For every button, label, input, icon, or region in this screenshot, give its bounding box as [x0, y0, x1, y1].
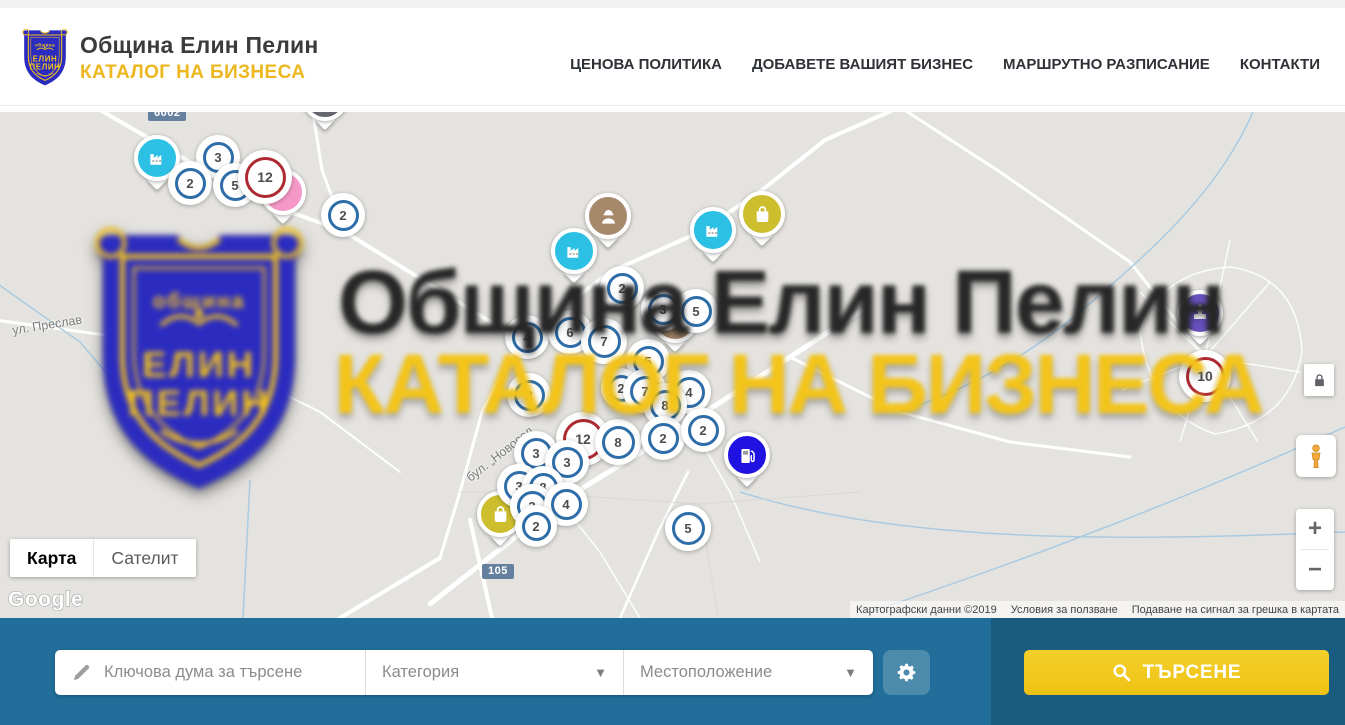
church-icon [1177, 290, 1223, 336]
site-title: Община Елин Пелин [80, 32, 318, 59]
search-button-label: ТЪРСЕНЕ [1143, 662, 1242, 684]
header: община ЕЛИН ПЕЛИН Община Елин Пелин КАТА… [0, 8, 1345, 106]
top-strip [0, 0, 1345, 8]
pencil-icon [72, 663, 91, 682]
map-type-switcher: Карта Сателит [10, 539, 196, 577]
logo-text-line1: ЕЛИН [33, 54, 58, 63]
cluster-marker[interactable]: 2 [600, 266, 644, 310]
factory-icon [690, 207, 736, 253]
cluster-marker[interactable]: 2 [168, 161, 212, 205]
cluster-count: 4 [551, 489, 582, 520]
category-select[interactable]: Категория ▼ [365, 650, 623, 695]
category-pin-factory[interactable] [551, 228, 597, 274]
cluster-count: 5 [681, 296, 712, 327]
report-error-link[interactable]: Подаване на сигнал за грешка в картата [1132, 604, 1339, 616]
logo-text-line2: ПЕЛИН [29, 63, 60, 72]
cluster-marker[interactable]: 5 [665, 505, 711, 551]
cluster-marker[interactable]: 4 [505, 315, 549, 359]
map-attribution: Картографски данни ©2019 Условия за полз… [850, 601, 1345, 618]
brand[interactable]: община ЕЛИН ПЕЛИН Община Елин Пелин КАТА… [20, 26, 318, 89]
bag-icon [739, 191, 785, 237]
cluster-count: 2 [514, 380, 545, 411]
search-fields-group: Категория ▼ Местоположение ▼ [55, 650, 873, 695]
chevron-down-icon: ▼ [594, 665, 607, 680]
cluster-count: 2 [648, 423, 679, 454]
cluster-count: 4 [512, 322, 543, 353]
logo-text-top: община [35, 41, 55, 47]
gear-icon [896, 662, 917, 683]
category-pin-church[interactable] [1177, 290, 1223, 336]
nav-pricing[interactable]: ЦЕНОВА ПОЛИТИКА [570, 56, 722, 73]
zoom-out-button[interactable]: − [1296, 550, 1334, 590]
keyword-field-wrap [55, 650, 365, 695]
satellite-view-button[interactable]: Сателит [93, 539, 195, 577]
search-button[interactable]: ТЪРСЕНЕ [1024, 650, 1329, 695]
category-pin-fuel[interactable] [724, 432, 770, 478]
cluster-marker[interactable]: 2 [515, 505, 557, 547]
cluster-marker[interactable]: 7 [581, 318, 627, 364]
category-pin-factory[interactable] [690, 207, 736, 253]
cluster-marker[interactable]: 2 [321, 193, 365, 237]
lock-icon [1312, 373, 1327, 388]
cluster-marker[interactable]: 8 [595, 419, 641, 465]
cluster-marker[interactable]: 2 [507, 373, 551, 417]
keyword-input[interactable] [104, 663, 365, 682]
nav-contacts[interactable]: КОНТАКТИ [1240, 56, 1320, 73]
google-logo[interactable]: Google [8, 588, 83, 612]
cluster-count: 5 [672, 512, 705, 545]
pegman-icon [1303, 443, 1329, 469]
map-canvas[interactable]: 6002 105 ул. Преслав бул. „Новосел 32512… [0, 112, 1345, 618]
cluster-count: 2 [522, 512, 551, 541]
pegman-control[interactable] [1296, 435, 1336, 477]
nav-add-business[interactable]: ДОБАВЕТЕ ВАШИЯТ БИЗНЕС [752, 56, 973, 73]
nav-bus-schedule[interactable]: МАРШРУТНО РАЗПИСАНИЕ [1003, 56, 1210, 73]
category-pin-bag[interactable] [739, 191, 785, 237]
cluster-count: 7 [588, 325, 621, 358]
cluster-count: 8 [602, 426, 635, 459]
category-pin-gray[interactable] [302, 112, 348, 121]
cluster-count: 10 [1186, 357, 1225, 396]
chevron-down-icon: ▼ [844, 665, 857, 680]
advanced-settings-button[interactable] [883, 650, 930, 695]
marker-layer: 325122235467522748128223338342510 [0, 112, 1345, 618]
search-bar: Категория ▼ Местоположение ▼ ТЪРСЕНЕ [0, 618, 1345, 725]
cluster-count: 2 [328, 200, 359, 231]
search-icon [1112, 663, 1131, 682]
fuel-icon [724, 432, 770, 478]
lock-button[interactable] [1304, 364, 1334, 396]
zoom-in-button[interactable]: + [1296, 509, 1334, 549]
map-copyright: Картографски данни ©2019 [856, 604, 997, 616]
zoom-control: + − [1296, 509, 1334, 590]
none-icon [302, 112, 348, 121]
location-select-label: Местоположение [640, 663, 772, 682]
cluster-count: 2 [688, 415, 719, 446]
site-logo: община ЕЛИН ПЕЛИН [20, 26, 70, 89]
cluster-marker[interactable]: 2 [681, 408, 725, 452]
terms-link[interactable]: Условия за ползване [1011, 604, 1118, 616]
map-view-button[interactable]: Карта [10, 539, 93, 577]
cluster-count: 2 [607, 273, 638, 304]
cluster-marker[interactable]: 10 [1179, 350, 1231, 402]
cluster-count: 2 [175, 168, 206, 199]
location-select[interactable]: Местоположение ▼ [623, 650, 873, 695]
cluster-count: 12 [245, 157, 286, 198]
cluster-marker[interactable]: 5 [674, 289, 718, 333]
cluster-marker[interactable]: 12 [238, 150, 292, 204]
factory-icon [551, 228, 597, 274]
cluster-marker[interactable]: 2 [641, 416, 685, 460]
category-select-label: Категория [382, 663, 459, 682]
main-nav: ЦЕНОВА ПОЛИТИКА ДОБАВЕТЕ ВАШИЯТ БИЗНЕС М… [570, 8, 1320, 105]
site-subtitle: КАТАЛОГ НА БИЗНЕСА [80, 62, 318, 84]
